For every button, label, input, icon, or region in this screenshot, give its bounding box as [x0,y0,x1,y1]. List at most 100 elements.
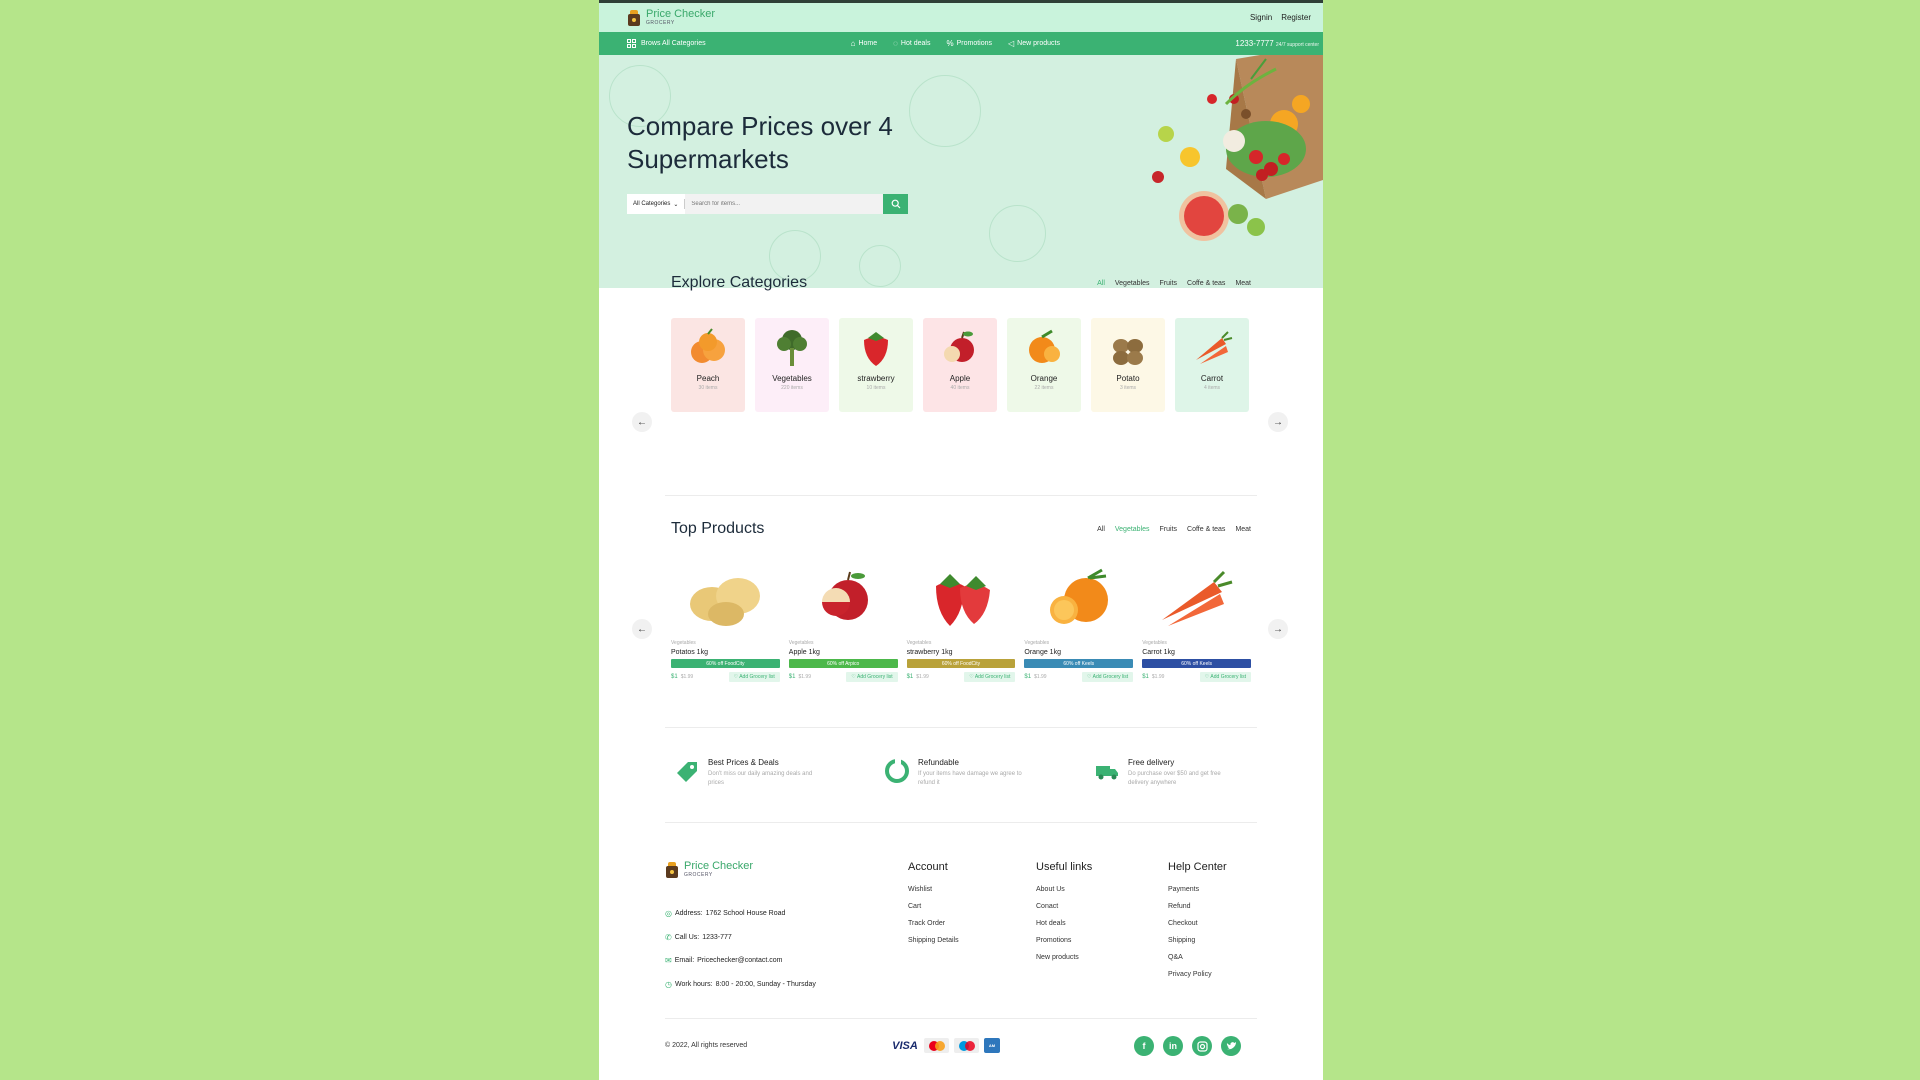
prod-filter-fruits[interactable]: Fruits [1160,526,1178,533]
arrow-left-icon: ← [637,623,647,635]
product-old-price: $1.99 [680,674,694,680]
brand-logo[interactable]: Price Checker GROCERY [627,7,716,27]
footer-link-checkout[interactable]: Checkout [1168,920,1227,937]
nav-new-products[interactable]: ◁ New products [1008,39,1060,48]
add-label: Add Grocery list [1210,674,1246,680]
discount-badge: 60% off Arpico [788,659,898,668]
add-grocery-list-button[interactable]: ♡ Add Grocery list [1082,672,1134,682]
cat-filter-vegetables[interactable]: Vegetables [1115,280,1150,287]
cat-filter-all[interactable]: All [1097,280,1105,287]
nav-home[interactable]: ⌂ Home [851,39,878,48]
category-name: Peach [696,374,720,383]
product-category: Vegetables [671,640,696,646]
category-card-apple[interactable]: Apple 40 items [923,318,997,412]
products-prev-button[interactable]: ← [632,619,652,639]
amex-icon: AM [984,1038,1000,1053]
feature-best-prices: Best Prices & Deals Don't miss our daily … [674,758,846,788]
nav-label: Home [858,40,878,47]
search-input[interactable] [685,194,883,214]
orange-image [1049,568,1108,624]
phone-icon: ✆ [665,932,672,942]
nav-promotions[interactable]: % Promotions [946,39,992,48]
browse-label: Brows All Categories [641,40,706,47]
category-select-value: All Categories [633,201,671,207]
footer-link-shipping[interactable]: Shipping [1168,937,1227,954]
prod-filter-coffee-teas[interactable]: Coffe & teas [1187,526,1225,533]
product-card-orange[interactable]: Vegetables Orange 1kg 60% off Keels $1 $1… [1024,564,1134,682]
divider [665,727,1257,728]
prod-filter-vegetables[interactable]: Vegetables [1115,526,1150,533]
add-grocery-list-button[interactable]: ♡ Add Grocery list [1199,672,1251,682]
instagram-icon[interactable] [1192,1036,1212,1056]
product-card-apple[interactable]: Vegetables Apple 1kg 60% off Arpico $1 $1… [788,564,898,682]
footer-col-title: Useful links [1036,861,1093,873]
discount-badge: 60% off FoodCity [671,659,780,668]
facebook-icon[interactable]: f [1134,1036,1154,1056]
nav-hot-deals[interactable]: ◌ Hot deals [893,39,930,48]
category-select[interactable]: All Categories ⌄ [627,194,684,214]
nav-bar: Brows All Categories ⌂ Home ◌ Hot deals % P… [599,32,1323,55]
footer-link-hot-deals[interactable]: Hot deals [1036,920,1092,937]
footer-link-contact[interactable]: Conact [1036,903,1092,920]
category-card-carrot[interactable]: Carrot 4 items [1175,318,1249,412]
product-card-potatos[interactable]: Vegetables Potatos 1kg 60% off FoodCity … [671,564,780,682]
product-card-carrot[interactable]: Vegetables Carrot 1kg 60% off Keels $1 $1… [1142,564,1251,682]
category-card-strawberry[interactable]: strawberry 10 items [839,318,913,412]
categories-prev-button[interactable]: ← [632,412,652,432]
product-card-strawberry[interactable]: Vegetables strawberry 1kg 60% off FoodCi… [906,564,1016,682]
footer-link-track-order[interactable]: Track Order [908,920,959,937]
product-price: $1 [671,674,678,680]
categories-next-button[interactable]: → [1268,412,1288,432]
peach-image [691,328,725,363]
vegetable-bag-image [1152,55,1323,241]
footer-link-new-products[interactable]: New products [1036,954,1092,971]
footer-link-refund[interactable]: Refund [1168,903,1227,920]
category-card-potato[interactable]: Potato 3 items [1091,318,1165,412]
footer-link-about-us[interactable]: About Us [1036,886,1092,903]
footer-link-shipping-details[interactable]: Shipping Details [908,937,959,954]
signin-link[interactable]: Signin [1250,13,1272,22]
footer-logo[interactable]: Price Checker GROCERY [665,861,753,879]
add-label: Add Grocery list [1092,674,1129,680]
category-card-vegetables[interactable]: Vegetables 220 items [755,318,829,412]
add-grocery-list-button[interactable]: ♡ Add Grocery list [728,672,780,682]
support-phone[interactable]: 1233-7777 24/7 support center [1235,39,1319,48]
products-section: Top Products All Vegetables Fruits Coffe… [671,520,1251,682]
prod-filter-meat[interactable]: Meat [1235,526,1251,533]
contact-value[interactable]: 1233-777 [702,934,732,941]
register-link[interactable]: Register [1281,13,1311,22]
cat-filter-coffee-teas[interactable]: Coffe & teas [1187,280,1225,287]
contact-value[interactable]: Pricechecker@contact.com [697,957,782,964]
footer-link-payments[interactable]: Payments [1168,886,1227,903]
contact-label: Call Us: [674,933,700,941]
brand-name: Price Checker [646,7,716,20]
maestro-icon [954,1038,979,1053]
location-pin-icon: ◎ [665,909,672,919]
twitter-icon[interactable] [1221,1036,1241,1056]
category-card-orange[interactable]: Orange 22 items [1007,318,1081,412]
linkedin-icon[interactable]: in [1163,1036,1183,1056]
cat-filter-fruits[interactable]: Fruits [1160,280,1178,287]
page: Price Checker GROCERY Signin Register Br… [599,0,1323,1080]
clock-icon: ◷ [665,979,672,989]
browse-categories-button[interactable]: Brows All Categories [627,39,706,48]
strawberry-image [864,332,888,366]
footer-link-privacy-policy[interactable]: Privacy Policy [1168,971,1227,988]
footer-link-promotions[interactable]: Promotions [1036,937,1092,954]
add-grocery-list-button[interactable]: ♡ Add Grocery list [964,672,1016,682]
footer-link-cart[interactable]: Cart [908,903,959,920]
cat-filter-meat[interactable]: Meat [1235,280,1251,287]
contact-address: ◎ Address: 1762 School House Road [665,902,816,926]
footer-col-title: Help Center [1168,861,1227,873]
prod-filter-all[interactable]: All [1097,526,1105,533]
products-next-button[interactable]: → [1268,619,1288,639]
chevron-down-icon: ⌄ [673,201,679,208]
product-price: $1 [1024,674,1032,680]
footer-link-qa[interactable]: Q&A [1168,954,1227,971]
add-grocery-list-button[interactable]: ♡ Add Grocery list [846,672,898,682]
category-card-peach[interactable]: Peach 30 items [671,318,745,412]
nav-label: New products [1017,40,1060,47]
footer-link-wishlist[interactable]: Wishlist [908,886,959,903]
search-button[interactable] [883,194,908,214]
product-category: Vegetables [1142,640,1167,646]
